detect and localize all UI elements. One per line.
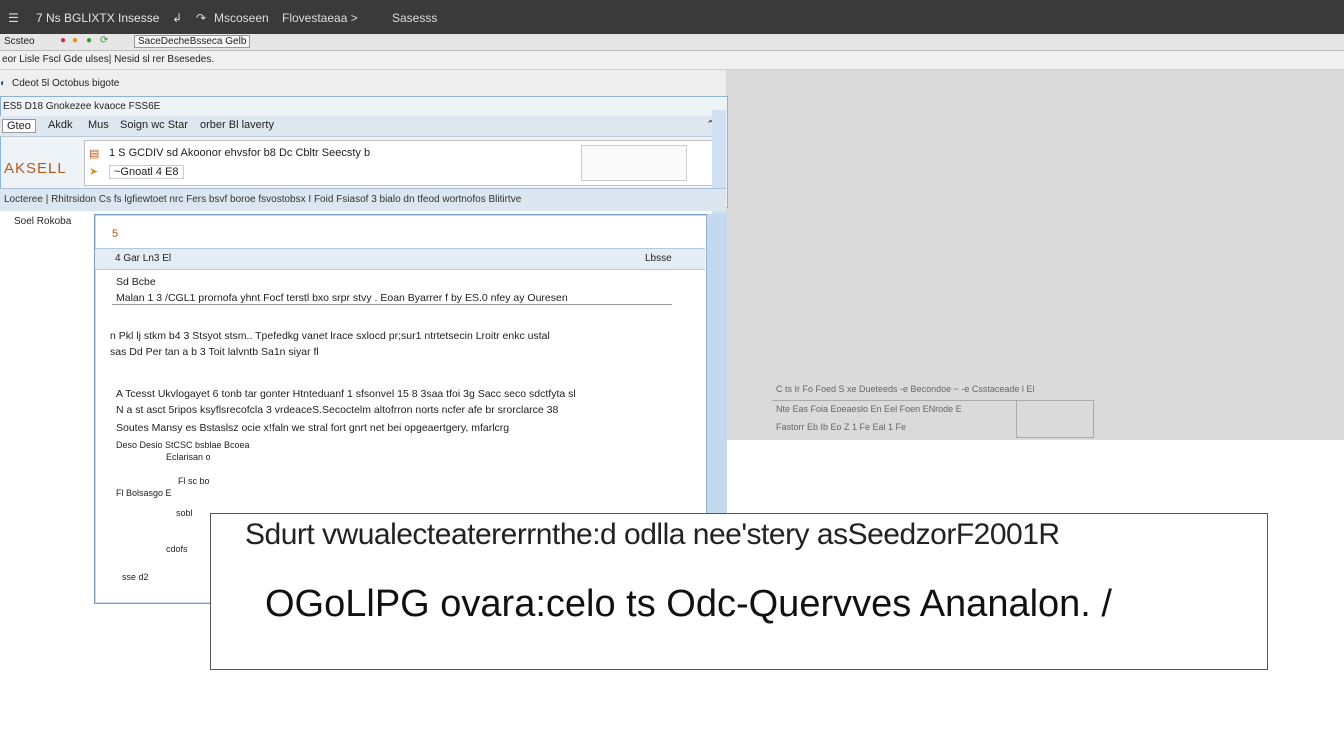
title-bar: ☰ 7 Ns BGLIXTX Insesse ↲ ↷ Mscoseen Flov… — [0, 0, 1344, 34]
tab-sign[interactable]: Soign wc Star — [120, 119, 188, 131]
status-icon[interactable]: ● — [86, 35, 92, 46]
caption-line-2: OGoLlPG ovara:celo ts Odc-Quervves Anana… — [265, 583, 1112, 625]
tab-general[interactable]: Gteo — [2, 119, 36, 133]
title-item-1[interactable]: 7 Ns BGLIXTX Insesse — [36, 11, 159, 25]
refresh-icon[interactable]: ⟳ — [100, 35, 108, 46]
mini-row: Fastorr Eb Ib Eo Z 1 Fe Eal 1 Fe — [776, 422, 907, 432]
inner-header-left: 4 Gar Ln3 El — [115, 253, 172, 264]
tree-item[interactable]: sobl — [176, 508, 193, 518]
text-line: sas Dd Per tan a b 3 Toit lalvntb Sa1n s… — [110, 346, 319, 358]
address-bar[interactable]: eor Lisle Fscl Gde ulses| Nesid sl rer B… — [0, 51, 1344, 70]
sidebar-label[interactable]: Soel Rokoba — [14, 216, 71, 227]
title-item-2[interactable]: Mscoseen — [214, 11, 269, 25]
tab-mus[interactable]: Mus — [88, 119, 109, 131]
forward-icon[interactable]: ↷ — [196, 11, 206, 25]
toolbar-label[interactable]: Scsteo — [4, 36, 35, 47]
title-item-3[interactable]: Flovestaeaa > — [282, 11, 358, 25]
text-line: A Tcesst Ukvlogayet 6 tonb tar gonter Ht… — [116, 388, 576, 400]
text-line: Deso Desio StCSC bsblae Bcoea — [116, 440, 250, 450]
tab-strip: Gteo Akdk Mus Soign wc Star orber Bl lav… — [0, 116, 722, 137]
card-line-2[interactable]: ~Gnoatl 4 E8 — [109, 165, 184, 179]
logo-text: AKSELL — [4, 160, 67, 177]
tab-akdk[interactable]: Akdk — [48, 119, 72, 131]
text-line: Malan 1 3 /CGL1 prornofa yhnt Focf terst… — [116, 292, 568, 304]
inner-header: 4 Gar Ln3 El Lbsse — [95, 248, 705, 270]
path-text[interactable]: Cdeot 5l Octobus bigote — [12, 78, 119, 89]
tree-item[interactable]: sse d2 — [122, 572, 149, 582]
ribbon-bar: Locteree | Rhitrsidon Cs fs lgfiewtoet n… — [0, 188, 726, 211]
card-options[interactable] — [581, 145, 687, 181]
mini-row-header: C ts Ir Fo Foed S xe Dueteeds -e Becondo… — [776, 384, 1035, 394]
path-icon: ◐ — [0, 78, 7, 89]
tree-item[interactable]: Fl sc bo — [178, 476, 210, 486]
caption-line-1: Sdurt vwualecteatererrnthe:d odlla nee's… — [245, 518, 1060, 551]
back-icon[interactable]: ↲ — [172, 11, 182, 25]
warning-icon[interactable]: ● — [72, 35, 78, 46]
text-line: n Pkl lj stkm b4 3 Stsyot stsm.. Tpefedk… — [110, 330, 550, 342]
tag-icon: ➤ — [89, 166, 99, 178]
toolbar: Scsteo ● ● ● ⟳ SaceDecheBsseca Gelb — [0, 34, 1344, 51]
tree-item[interactable]: cdofs — [166, 544, 188, 554]
info-card: ▤ 1 S GCDIV sd Akoonor ehvsfor b8 Dc Cbl… — [84, 140, 720, 186]
record-icon[interactable]: ● — [60, 35, 66, 46]
text-line: Soutes Mansy es Bstaslsz ocie x!faln we … — [116, 422, 510, 434]
text-line: N a st asct 5ripos ksyflsrecofcla 3 vrde… — [116, 404, 559, 416]
tree-item[interactable]: Fl Bolsasgo E — [116, 488, 172, 498]
card-line-1: 1 S GCDIV sd Akoonor ehvsfor b8 Dc Cbltr… — [109, 147, 371, 159]
inner-header-right[interactable]: Lbsse — [645, 253, 672, 264]
dialog-title: ES5 D18 Gnokezee kvaoce FSS6E — [3, 101, 161, 112]
menu-icon[interactable]: ☰ — [8, 11, 19, 25]
sidebar: Soel Rokoba — [0, 210, 92, 610]
inner-meta: Sd Bcbe — [116, 276, 156, 288]
mini-table: C ts Ir Fo Foed S xe Dueteeds -e Becondo… — [772, 380, 1192, 440]
tree-item[interactable]: Eclarisan o — [166, 452, 211, 462]
tab-order[interactable]: orber Bl laverty — [200, 119, 274, 131]
address-text: eor Lisle Fscl Gde ulses| Nesid sl rer B… — [2, 54, 215, 65]
mini-row: Nte Eas Foia Eoeaeslo En Eel Foen ENrode… — [776, 404, 962, 414]
inner-icon: 5 — [112, 228, 119, 240]
ribbon-text[interactable]: Locteree | Rhitrsidon Cs fs lgfiewtoet n… — [4, 194, 521, 205]
title-item-4[interactable]: Sasesss — [392, 11, 437, 25]
toolbar-tab[interactable]: SaceDecheBsseca Gelb — [134, 35, 251, 48]
document-icon: ▤ — [89, 148, 100, 160]
